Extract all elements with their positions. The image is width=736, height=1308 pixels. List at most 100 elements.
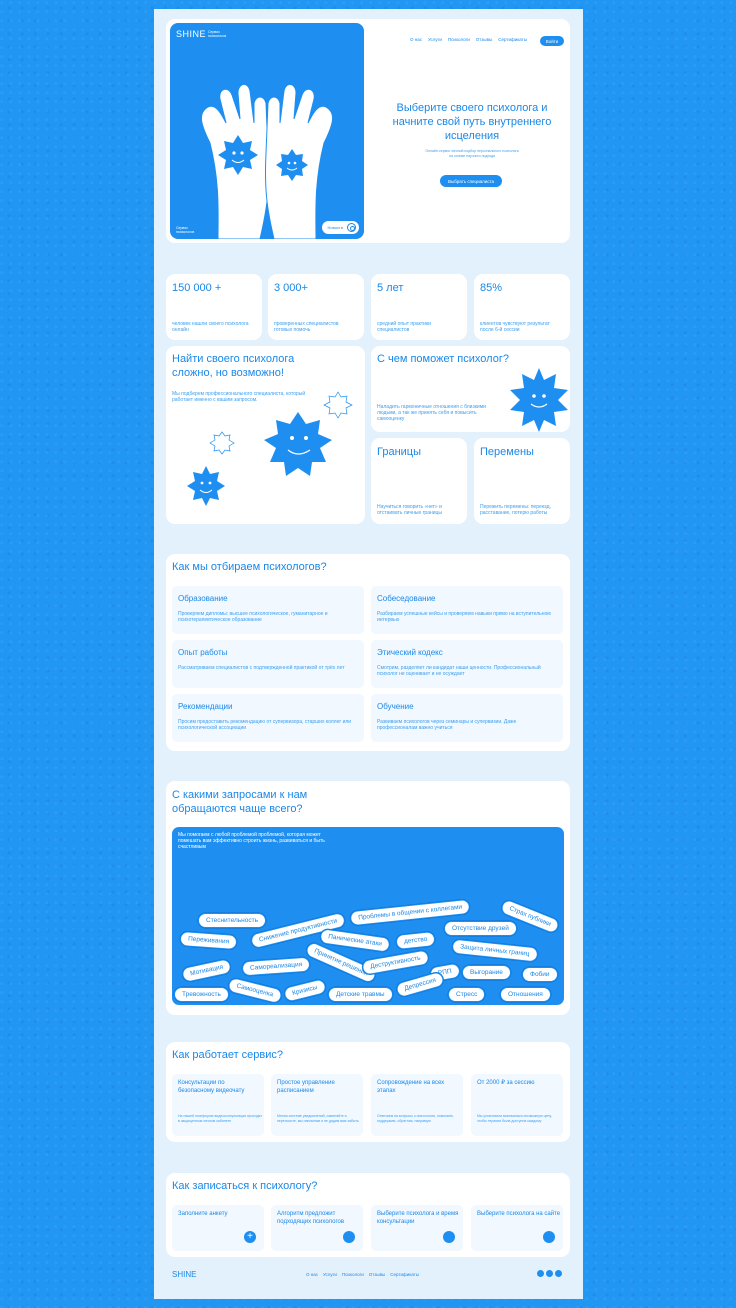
how-item: Простое управление расписанием Меняя сис…	[271, 1074, 363, 1136]
stat-number: 85%	[480, 282, 503, 294]
footer-nav-services[interactable]: Услуги	[323, 1272, 337, 1277]
request-pill: Детские травмы	[328, 987, 393, 1002]
stat-card: 150 000 + человек нашли своего психолога…	[166, 274, 262, 340]
nav-about[interactable]: О нас	[410, 37, 422, 42]
request-pill: Самореализация	[241, 956, 311, 977]
hero-illustration: SHINE Сервис психологов Сервис психолого…	[170, 23, 364, 239]
stat-card: 5 лет средний опыт практики специалистов	[371, 274, 467, 340]
how-item-title: Сопровождение на всех этапах	[377, 1080, 445, 1094]
signup-step-title: Заполните анкету	[178, 1211, 228, 1217]
how-title: Как работает сервис?	[172, 1049, 284, 1061]
plus-icon[interactable]: +	[244, 1231, 256, 1243]
footer-nav: О нас Услуги Психологи Отзывы Сертификат…	[306, 1272, 419, 1277]
selection-item-title: Собеседование	[377, 594, 436, 603]
tile-desc: Научиться говорить «нет» и отстаивать ли…	[377, 504, 443, 516]
selection-item-desc: Просим предоставить рекомендацию от супе…	[178, 719, 352, 731]
signup-step-title: Выберите психолога и время консультации	[377, 1211, 459, 1225]
tile-title: Перемены	[480, 446, 534, 458]
telegram-icon[interactable]	[537, 1270, 544, 1277]
landing-page: SHINE Сервис психологов Сервис психолого…	[154, 9, 583, 1299]
selection-item: Рекомендации Просим предоставить рекомен…	[172, 694, 364, 742]
footer-nav-certificates[interactable]: Сертификаты	[390, 1272, 419, 1277]
selection-title: Как мы отбираем психологов?	[172, 561, 327, 573]
request-pill: Выгорание	[462, 965, 511, 980]
selection-section: Как мы отбираем психологов? Образование …	[166, 554, 570, 751]
signup-section: Как записаться к психологу? Заполните ан…	[166, 1173, 570, 1257]
request-pill: Мотивация	[180, 958, 233, 983]
tile-desc: Пережить перемены: переезд, расставание,…	[480, 504, 551, 516]
request-pill: Отсутствие друзей	[444, 921, 517, 936]
find-psychologist-card: Найти своего психолога сложно, но возмож…	[166, 346, 365, 524]
signup-step: Выберите психолога на сайте	[471, 1205, 563, 1251]
login-button[interactable]: Войти	[540, 36, 564, 46]
how-item-title: От 2000 ₽ за сессию	[477, 1080, 535, 1086]
nav-certificates[interactable]: Сертификаты	[498, 37, 527, 42]
selection-item-title: Опыт работы	[178, 648, 228, 657]
selection-item-desc: Проверяем дипломы: высшее психологическо…	[178, 611, 328, 623]
stat-desc: клиентов чувствуют результат после 6-й с…	[480, 321, 550, 333]
nav-services[interactable]: Услуги	[428, 37, 442, 42]
signup-step-title: Алгоритм предложит подходящих психологов	[277, 1211, 345, 1225]
selection-item-desc: Разбираем успешные кейсы и проверяем нав…	[377, 611, 551, 623]
hands-illustration	[201, 84, 333, 239]
request-pill: Деструктивность	[361, 949, 430, 976]
selection-item-title: Образование	[178, 594, 228, 603]
step-dot-icon[interactable]	[343, 1231, 355, 1243]
request-pill: Отношения	[500, 987, 551, 1002]
choose-specialist-button[interactable]: Выбрать специалиста	[440, 175, 502, 187]
selection-item: Образование Проверяем дипломы: высшее пс…	[172, 586, 364, 634]
how-item-desc: На нашей платформе видеоконсультации про…	[178, 1114, 262, 1123]
selection-item-desc: Развиваем психологов через семинары и су…	[377, 719, 517, 731]
footer-nav-reviews[interactable]: Отзывы	[369, 1272, 385, 1277]
footer-nav-psychologists[interactable]: Психологи	[342, 1272, 364, 1277]
request-pill: Тревожность	[174, 987, 229, 1002]
whatsapp-icon[interactable]	[555, 1270, 562, 1277]
request-pill: детство	[395, 930, 437, 951]
signup-step: Выберите психолога и время консультации	[371, 1205, 463, 1251]
selection-item: Этический кодекс Смотрим, разделяет ли к…	[371, 640, 563, 688]
selection-item-desc: Смотрим, разделяет ли кандидат наши ценн…	[377, 665, 541, 677]
request-pill: Стеснительность	[198, 913, 266, 928]
how-item-desc: Мы установили минимально возможную цену,…	[477, 1114, 552, 1123]
news-button[interactable]: Новости	[321, 221, 359, 234]
stat-card: 85% клиентов чувствуют результат после 6…	[474, 274, 570, 340]
smiling-star-left	[218, 135, 258, 175]
social-links	[537, 1270, 562, 1277]
selection-item: Обучение Развиваем психологов через семи…	[371, 694, 563, 742]
requests-section: С какими запросами к нам обращаются чаще…	[166, 781, 570, 1015]
footer-nav-about[interactable]: О нас	[306, 1272, 318, 1277]
step-dot-icon[interactable]	[543, 1231, 555, 1243]
signup-step: Алгоритм предложит подходящих психологов	[271, 1205, 363, 1251]
requests-panel: Мы помогаем с любой проблемой проблемой,…	[172, 827, 564, 1005]
top-nav: О нас Услуги Психологи Отзывы Сертификат…	[410, 37, 527, 42]
requests-intro: Мы помогаем с любой проблемой проблемой,…	[178, 832, 325, 850]
hero-title: Выберите своего психолога и начните свой…	[392, 102, 552, 142]
changes-card: Перемены Пережить перемены: переезд, рас…	[474, 438, 570, 524]
nav-psychologists[interactable]: Психологи	[448, 37, 470, 42]
nav-reviews[interactable]: Отзывы	[476, 37, 492, 42]
how-it-works-section: Как работает сервис? Консультации по без…	[166, 1042, 570, 1142]
news-circle-icon	[347, 223, 356, 232]
selection-item-desc: Рассматриваем специалистов с подтвержден…	[178, 665, 345, 671]
smiling-star-icon	[510, 368, 568, 432]
request-pill: Защита личных границ	[451, 938, 539, 963]
requests-title: С какими запросами к нам обращаются чаще…	[172, 789, 308, 815]
stat-number: 3 000+	[274, 282, 308, 294]
footer-logo[interactable]: SHINE	[172, 1270, 196, 1279]
stat-desc: средний опыт практики специалистов	[377, 321, 431, 333]
how-item-desc: Отвечаем на вопросы о психологии, помога…	[377, 1114, 454, 1123]
request-pill: Стресс	[448, 987, 486, 1002]
help-card: С чем поможет психолог? Наладить гармони…	[371, 346, 570, 432]
selection-item-title: Рекомендации	[178, 702, 233, 711]
how-item: Консультации по безопасному видеочату На…	[172, 1074, 264, 1136]
how-item-title: Простое управление расписанием	[277, 1080, 335, 1094]
stat-desc: человек нашли своего психолога онлайн	[172, 321, 249, 333]
signup-step: Заполните анкету +	[172, 1205, 264, 1251]
selection-item: Собеседование Разбираем успешные кейсы и…	[371, 586, 563, 634]
request-pill: Фобии	[522, 967, 558, 982]
step-dot-icon[interactable]	[443, 1231, 455, 1243]
smiling-stars-illustration	[187, 391, 353, 506]
vk-icon[interactable]	[546, 1270, 553, 1277]
how-item: От 2000 ₽ за сессию Мы установили минима…	[471, 1074, 563, 1136]
request-pill: Самооценка	[226, 976, 283, 1005]
